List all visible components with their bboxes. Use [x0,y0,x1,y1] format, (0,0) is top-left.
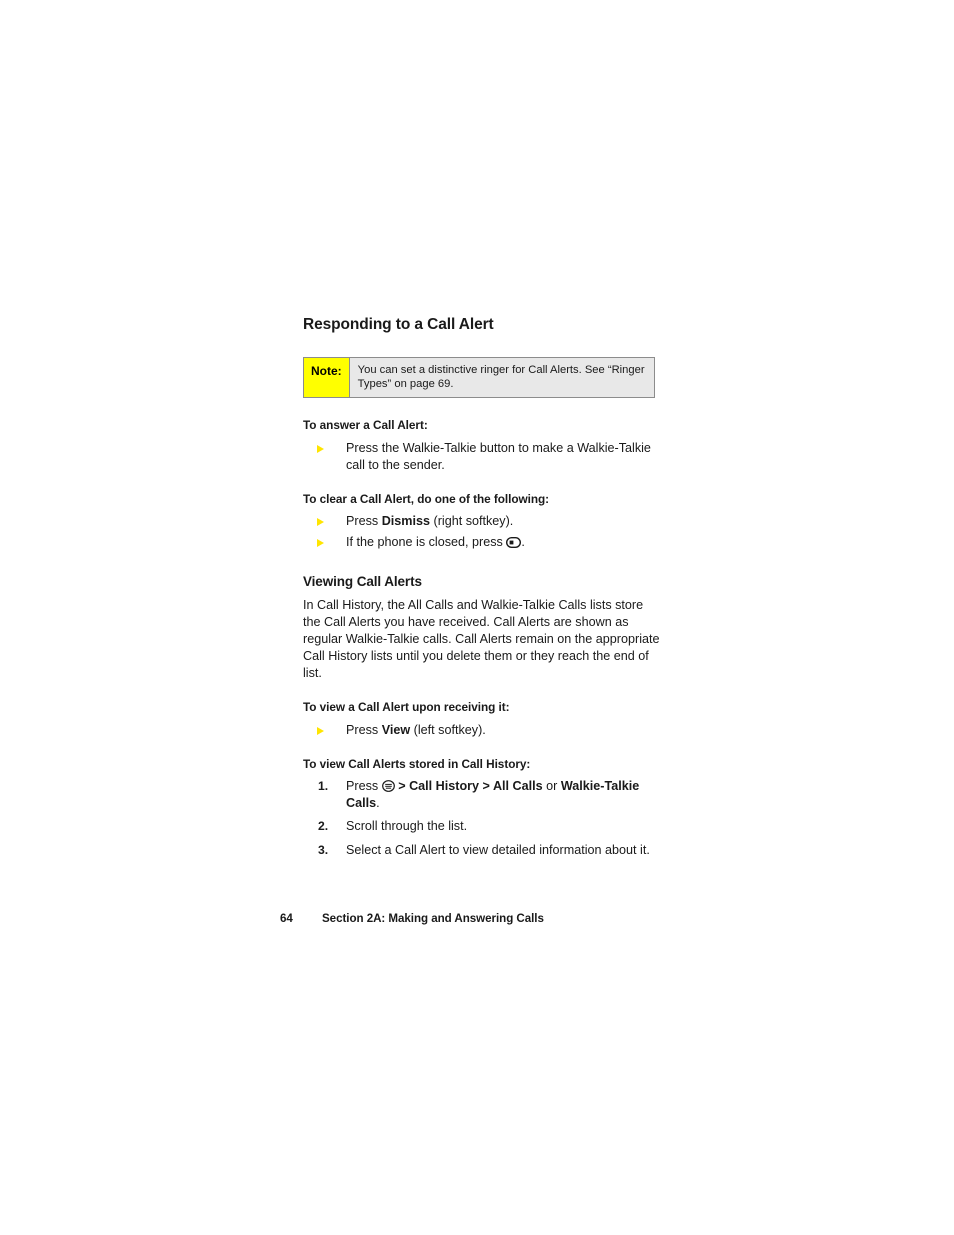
list-item-text-before: Press [346,722,382,737]
footer-section-label: Section 2A: Making and Answering Calls [322,912,544,925]
step-separator-2: > [479,779,493,794]
list-item: Press Dismiss (right softkey). [303,513,663,530]
list-item-text-after: . [521,535,525,550]
triangle-bullet-icon [317,518,324,527]
step-number: 3. [318,842,329,857]
view-upon-bullet-list: Press View (left softkey). [303,722,663,739]
page-title: Responding to a Call Alert [303,316,494,333]
list-item-text-after: (right softkey). [430,514,514,529]
clear-bullet-list: Press Dismiss (right softkey). If the ph… [303,513,663,551]
document-page: Responding to a Call Alert Note: You can… [0,0,954,1235]
list-item-text: Press the Walkie-Talkie button to make a… [346,440,651,472]
step-text-or: or [542,779,561,794]
step-separator-1: > [394,779,410,794]
page-content: Responding to a Call Alert Note: You can… [303,316,663,865]
list-item: 1. Press > Call History > All Calls or W… [303,778,663,812]
answer-bullet-list: Press the Walkie-Talkie button to make a… [303,440,663,474]
list-item-text-before: Press [346,514,382,529]
list-item-text-bold: Dismiss [381,514,431,529]
step-text: Select a Call Alert to view detailed inf… [346,842,650,857]
list-item: Press the Walkie-Talkie button to make a… [303,440,663,474]
leadin-clear-call-alert: To clear a Call Alert, do one of the fol… [303,491,550,506]
leadin-answer-call-alert: To answer a Call Alert: [303,418,428,433]
list-item-text-before: If the phone is closed, press [346,535,507,550]
step-text-before: Press [346,779,382,794]
step-number: 1. [318,779,329,794]
subsection-title-viewing-call-alerts: Viewing Call Alerts [303,573,422,589]
note-callout: Note: You can set a distinctive ringer f… [303,356,655,399]
list-item: 3. Select a Call Alert to view detailed … [303,842,663,859]
step-text-bold-call-history: Call History [409,779,480,794]
step-number: 2. [318,819,329,834]
list-item: 2. Scroll through the list. [303,818,663,835]
step-text: Scroll through the list. [346,819,468,834]
note-text: You can set a distinctive ringer for Cal… [357,363,645,391]
list-item-text-bold: View [381,722,411,737]
numbered-steps-list: 1. Press > Call History > All Calls or W… [303,778,663,859]
footer-page-number: 64 [280,912,293,925]
page-footer: 64 Section 2A: Making and Answering Call… [280,912,544,925]
list-item-text-after: (left softkey). [410,722,486,737]
step-text-bold-all-calls: All Calls [492,779,543,794]
triangle-bullet-icon [317,539,324,548]
leadin-view-stored-call-history: To view Call Alerts stored in Call Histo… [303,756,531,771]
note-label: Note: [304,357,350,398]
triangle-bullet-icon [317,444,324,453]
menu-key-icon [381,780,395,793]
triangle-bullet-icon [317,726,324,735]
step-text-after: . [376,796,380,811]
list-item: If the phone is closed, press . [303,534,663,551]
leadin-view-upon-receiving: To view a Call Alert upon receiving it: [303,700,510,715]
body-paragraph: In Call History, the All Calls and Walki… [303,597,660,681]
phone-softkey-icon [506,537,522,549]
list-item: Press View (left softkey). [303,722,663,739]
